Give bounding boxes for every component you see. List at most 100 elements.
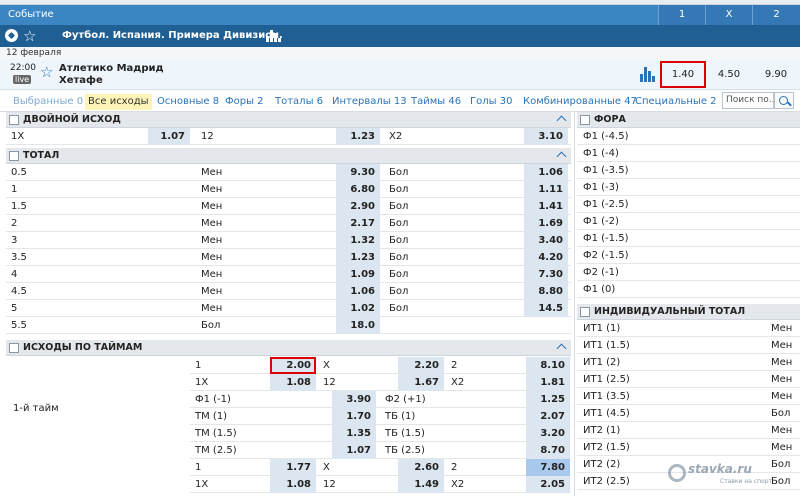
handicap-label: Ф1 (-3.5) — [583, 165, 629, 176]
list-item[interactable]: Ф1 (-4.5) — [577, 128, 800, 145]
odd-away[interactable]: 9.90 — [753, 61, 799, 88]
odd-cell[interactable]: 1.23 — [336, 128, 380, 145]
list-item[interactable]: Ф1 (0) — [577, 281, 800, 298]
odd-cell[interactable]: 2.60 — [398, 459, 444, 476]
odd-cell[interactable]: 9.30 — [336, 164, 380, 181]
odd-cell[interactable]: 1.09 — [336, 266, 380, 283]
section-checkbox[interactable] — [580, 115, 590, 125]
section-checkbox[interactable] — [9, 343, 19, 353]
odd-cell[interactable]: 2.07 — [526, 408, 570, 425]
tab-handicaps[interactable]: Форы 2 — [225, 94, 264, 110]
outcome-label: Мен — [201, 286, 223, 297]
match-stats-icon[interactable] — [640, 67, 656, 82]
list-item[interactable]: Ф1 (-2.5) — [577, 196, 800, 213]
odd-cell[interactable]: 1.08 — [270, 476, 316, 493]
odd-cell[interactable]: 1.35 — [332, 425, 376, 442]
favorite-star-icon[interactable]: ☆ — [23, 26, 36, 46]
odd-cell[interactable]: 1.07 — [148, 128, 190, 145]
odd-home[interactable]: 1.40 — [660, 61, 706, 88]
section-checkbox[interactable] — [9, 151, 19, 161]
odd-cell[interactable]: 1.06 — [524, 164, 568, 181]
collapse-caret-icon[interactable] — [556, 115, 567, 126]
tab-special[interactable]: Специальные 2 — [635, 94, 717, 110]
section-double-chance[interactable]: ДВОЙНОЙ ИСХОД — [6, 112, 571, 128]
odd-cell[interactable]: 14.5 — [524, 300, 568, 317]
search-input[interactable]: Поиск по... — [722, 92, 774, 109]
odd-cell[interactable]: 8.80 — [524, 283, 568, 300]
odd-cell[interactable]: 1.07 — [332, 442, 376, 459]
table-row: 1X 1.08 12 1.67 X2 1.81 — [190, 374, 571, 391]
stats-bars-icon[interactable] — [266, 30, 281, 42]
odd-cell[interactable]: 1.32 — [336, 232, 380, 249]
list-item[interactable]: Ф1 (-4) — [577, 145, 800, 162]
league-name[interactable]: Футбол. Испания. Примера Дивизион. — [62, 30, 283, 41]
odd-cell[interactable]: 1.25 — [526, 391, 570, 408]
tab-halves[interactable]: Таймы 46 — [411, 94, 461, 110]
odd-cell[interactable]: 1.08 — [270, 374, 316, 391]
section-total[interactable]: ТОТАЛ — [6, 148, 571, 164]
list-item[interactable]: Ф1 (-1.5) — [577, 230, 800, 247]
list-item[interactable]: Ф1 (-2) — [577, 213, 800, 230]
collapse-caret-icon[interactable] — [556, 343, 567, 354]
search-icon[interactable] — [774, 92, 794, 109]
tab-selected[interactable]: Выбранные 0 — [13, 94, 83, 110]
section-halves[interactable]: ИСХОДЫ ПО ТАЙМАМ — [6, 340, 571, 356]
table-row: 1 1.77 X 2.60 2 7.80 — [190, 459, 571, 476]
list-item[interactable]: ИТ1 (1.5) Мен — [577, 337, 800, 354]
outcome-label: 2 — [451, 462, 458, 473]
odd-cell[interactable]: 1.02 — [336, 300, 380, 317]
list-item[interactable]: ИТ1 (4.5) Бол — [577, 405, 800, 422]
odd-cell[interactable]: 2.20 — [398, 357, 444, 374]
odd-cell[interactable]: 8.70 — [526, 442, 570, 459]
list-item[interactable]: Ф1 (-3) — [577, 179, 800, 196]
odd-cell[interactable]: 1.41 — [524, 198, 568, 215]
odd-cell[interactable]: 6.80 — [336, 181, 380, 198]
outcome-label: Мен — [201, 218, 223, 229]
section-checkbox[interactable] — [9, 115, 19, 125]
odd-cell[interactable]: 2.90 — [336, 198, 380, 215]
list-item[interactable]: Ф2 (-1.5) — [577, 247, 800, 264]
odd-cell[interactable]: 1.23 — [336, 249, 380, 266]
favorite-match-star-icon[interactable]: ☆ — [40, 63, 53, 81]
tab-totals[interactable]: Тоталы 6 — [275, 94, 323, 110]
list-item[interactable]: ИТ1 (2.5) Мен — [577, 371, 800, 388]
odd-cell[interactable]: 3.10 — [524, 128, 568, 145]
list-item[interactable]: Ф1 (-3.5) — [577, 162, 800, 179]
odd-cell[interactable]: 1.77 — [270, 459, 316, 476]
odd-cell[interactable]: 3.90 — [332, 391, 376, 408]
tab-main[interactable]: Основные 8 — [157, 94, 219, 110]
odd-cell[interactable]: 1.49 — [398, 476, 444, 493]
odd-cell[interactable]: 1.67 — [398, 374, 444, 391]
tab-goals[interactable]: Голы 30 — [470, 94, 512, 110]
odd-cell[interactable]: 2.00 — [270, 357, 316, 374]
list-item[interactable]: ИТ1 (1) Мен — [577, 320, 800, 337]
list-item[interactable]: ИТ2 (1.5) Мен — [577, 439, 800, 456]
odd-cell[interactable]: 2.17 — [336, 215, 380, 232]
tab-combined[interactable]: Комбинированные 47 — [523, 94, 637, 110]
table-row: Ф1 (-1) 3.90 Ф2 (+1) 1.25 — [190, 391, 571, 408]
collapse-caret-icon[interactable] — [556, 151, 567, 162]
odd-cell[interactable]: 1.81 — [526, 374, 570, 391]
list-item[interactable]: ИТ1 (2) Мен — [577, 354, 800, 371]
odd-cell[interactable]: 1.70 — [332, 408, 376, 425]
odd-cell[interactable]: 7.30 — [524, 266, 568, 283]
section-individual-total[interactable]: ИНДИВИДУАЛЬНЫЙ ТОТАЛ — [577, 304, 800, 320]
odd-cell[interactable]: 3.20 — [526, 425, 570, 442]
odd-cell[interactable]: 7.80 — [526, 459, 570, 476]
odd-cell[interactable]: 18.0 — [336, 317, 380, 334]
list-item[interactable]: ИТ2 (1) Мен — [577, 422, 800, 439]
list-item[interactable]: Ф2 (-1) — [577, 264, 800, 281]
list-item[interactable]: ИТ1 (3.5) Мен — [577, 388, 800, 405]
odd-cell[interactable]: 1.69 — [524, 215, 568, 232]
odd-cell[interactable]: 1.06 — [336, 283, 380, 300]
odd-draw[interactable]: 4.50 — [706, 61, 752, 88]
odd-cell[interactable]: 3.40 — [524, 232, 568, 249]
odd-cell[interactable]: 4.20 — [524, 249, 568, 266]
odd-cell[interactable]: 2.05 — [526, 476, 570, 493]
odd-cell[interactable]: 8.10 — [526, 357, 570, 374]
section-checkbox[interactable] — [580, 307, 590, 317]
tab-all[interactable]: Все исходы — [85, 94, 152, 110]
tab-intervals[interactable]: Интервалы 13 — [332, 94, 407, 110]
odd-cell[interactable]: 1.11 — [524, 181, 568, 198]
section-handicap[interactable]: ФОРА — [577, 112, 800, 128]
